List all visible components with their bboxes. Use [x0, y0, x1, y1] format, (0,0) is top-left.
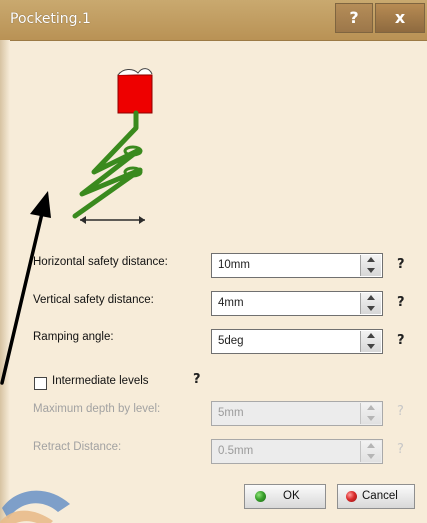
maximum-depth-by-level-field: 5mm	[211, 401, 383, 426]
spinner-up-arrow-icon[interactable]	[361, 331, 381, 341]
spinner-up-arrow-icon[interactable]	[361, 255, 381, 265]
spinner-up-arrow-icon[interactable]	[361, 293, 381, 303]
vertical-safety-distance-help-icon[interactable]: ?	[397, 295, 405, 310]
cancel-button-label: Cancel	[362, 490, 398, 502]
spinner-down-arrow-icon	[361, 451, 381, 461]
intermediate-levels-label[interactable]: Intermediate levels	[52, 375, 149, 387]
spinner-up-arrow-icon	[361, 403, 381, 413]
ramping-angle-label: Ramping angle:	[33, 331, 114, 343]
vertical-safety-distance-label: Vertical safety distance:	[33, 294, 154, 306]
red-cancel-icon	[346, 491, 357, 502]
retract-distance-value: 0.5mm	[218, 445, 254, 457]
retract-distance-spinner	[360, 441, 381, 462]
help-button[interactable]: ?	[335, 3, 373, 33]
intermediate-levels-checkbox[interactable]	[34, 377, 47, 390]
retract-distance-field: 0.5mm	[211, 439, 383, 464]
maximum-depth-by-level-help-icon: ?	[397, 404, 404, 419]
ok-button-label: OK	[283, 490, 300, 502]
maximum-depth-by-level-value: 5mm	[218, 407, 244, 419]
ok-button[interactable]: OK	[244, 484, 326, 509]
ramping-angle-value: 5deg	[218, 335, 244, 347]
pocketing-dialog: Pocketing.1 ? x Horizontal safety distan…	[0, 0, 427, 523]
spinner-down-arrow-icon[interactable]	[361, 341, 381, 351]
tool-holder-icon	[117, 68, 153, 114]
ramping-angle-help-icon[interactable]: ?	[397, 333, 405, 348]
spinner-down-arrow-icon	[361, 413, 381, 423]
horizontal-safety-distance-spinner[interactable]	[360, 255, 381, 276]
close-button[interactable]: x	[375, 3, 425, 33]
spinner-down-arrow-icon[interactable]	[361, 303, 381, 313]
vertical-safety-distance-value: 4mm	[218, 297, 244, 309]
retract-distance-help-icon: ?	[397, 442, 404, 457]
cancel-button[interactable]: Cancel	[337, 484, 415, 509]
ramping-diagram	[72, 68, 153, 224]
vertical-safety-distance-field[interactable]: 4mm	[211, 291, 383, 316]
ramping-angle-field[interactable]: 5deg	[211, 329, 383, 354]
horizontal-distance-arrow-icon	[80, 216, 145, 224]
horizontal-safety-distance-value: 10mm	[218, 259, 250, 271]
ramping-path-icon	[72, 110, 143, 219]
background-swirl-icon	[0, 490, 70, 523]
dialog-title: Pocketing.1	[10, 11, 91, 27]
intermediate-levels-help-icon[interactable]: ?	[193, 372, 201, 387]
green-check-icon	[255, 491, 266, 502]
horizontal-safety-distance-field[interactable]: 10mm	[211, 253, 383, 278]
horizontal-safety-distance-help-icon[interactable]: ?	[397, 257, 405, 272]
maximum-depth-by-level-label: Maximum depth by level:	[33, 403, 161, 415]
title-bar: Pocketing.1 ? x	[0, 0, 427, 41]
vertical-safety-distance-spinner[interactable]	[360, 293, 381, 314]
spinner-down-arrow-icon[interactable]	[361, 265, 381, 275]
maximum-depth-by-level-spinner	[360, 403, 381, 424]
spinner-up-arrow-icon	[361, 441, 381, 451]
horizontal-safety-distance-label: Horizontal safety distance:	[33, 256, 168, 268]
ramping-angle-spinner[interactable]	[360, 331, 381, 352]
retract-distance-label: Retract Distance:	[33, 441, 122, 453]
